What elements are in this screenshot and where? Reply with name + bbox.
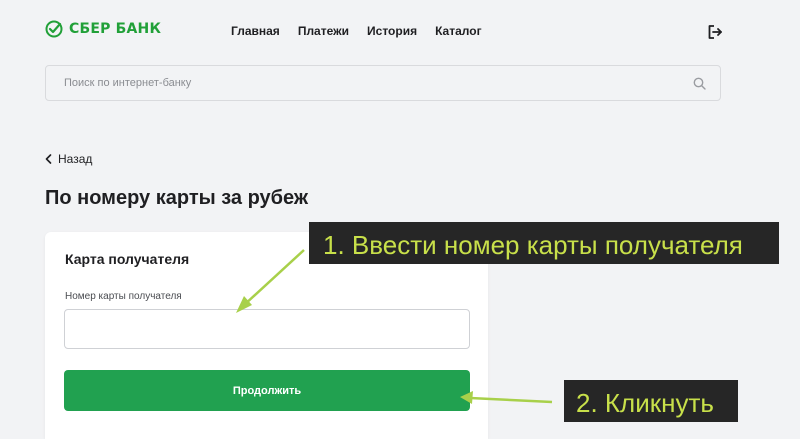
nav-item-catalog[interactable]: Каталог: [435, 24, 482, 38]
sber-logo[interactable]: СБЕР БАНК: [45, 20, 161, 38]
logo-text: СБЕР БАНК: [69, 21, 162, 37]
search-icon[interactable]: [693, 77, 706, 90]
page-title: По номеру карты за рубеж: [45, 187, 309, 209]
nav-item-payments[interactable]: Платежи: [298, 24, 349, 38]
back-link[interactable]: Назад: [45, 152, 92, 166]
annotation-step2: 2. Кликнуть: [564, 380, 738, 422]
chevron-left-icon: [45, 154, 52, 164]
card-number-input[interactable]: [64, 309, 470, 349]
card-number-label: Номер карты получателя: [65, 291, 182, 302]
annotation-step1: 1. Ввести номер карты получателя: [309, 222, 779, 264]
search-bar: [45, 65, 721, 101]
card-title: Карта получателя: [65, 251, 190, 267]
back-label: Назад: [58, 152, 93, 166]
nav-item-home[interactable]: Главная: [231, 24, 280, 38]
continue-button[interactable]: Продолжить: [64, 370, 470, 411]
search-input[interactable]: [46, 66, 664, 100]
logout-icon[interactable]: [707, 24, 723, 40]
sber-logo-icon: [45, 20, 63, 38]
main-nav: Главная Платежи История Каталог: [231, 24, 482, 38]
nav-item-history[interactable]: История: [367, 24, 417, 38]
top-header: СБЕР БАНК Главная Платежи История Катало…: [0, 0, 800, 62]
